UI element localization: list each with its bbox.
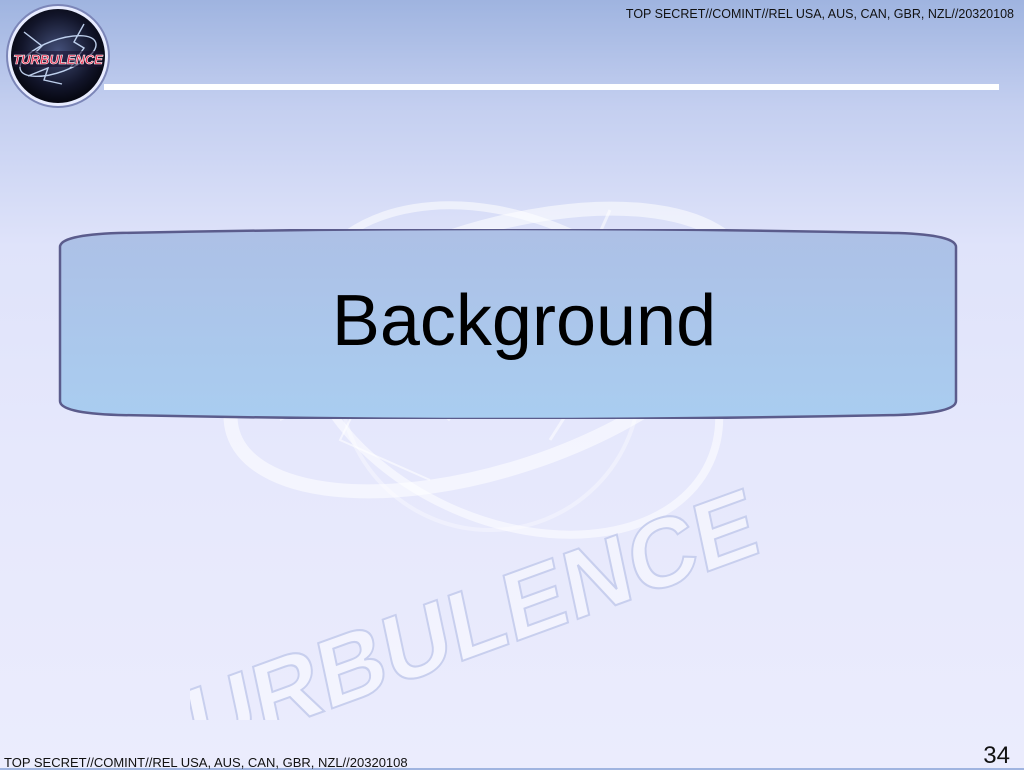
watermark-text: TURBULENCE (190, 467, 766, 720)
slide: TURBULENCE TOP SECRET//COMINT//REL USA, … (0, 0, 1024, 770)
classification-banner-top: TOP SECRET//COMINT//REL USA, AUS, CAN, G… (625, 7, 1014, 21)
page-number: 34 (983, 742, 1010, 769)
logo-text: TURBULENCE (13, 52, 103, 67)
turbulence-logo-icon: TURBULENCE (6, 4, 110, 108)
slide-title: Background (331, 281, 717, 361)
header-rule (104, 84, 999, 90)
turbulence-watermark-icon: TURBULENCE (190, 201, 767, 720)
